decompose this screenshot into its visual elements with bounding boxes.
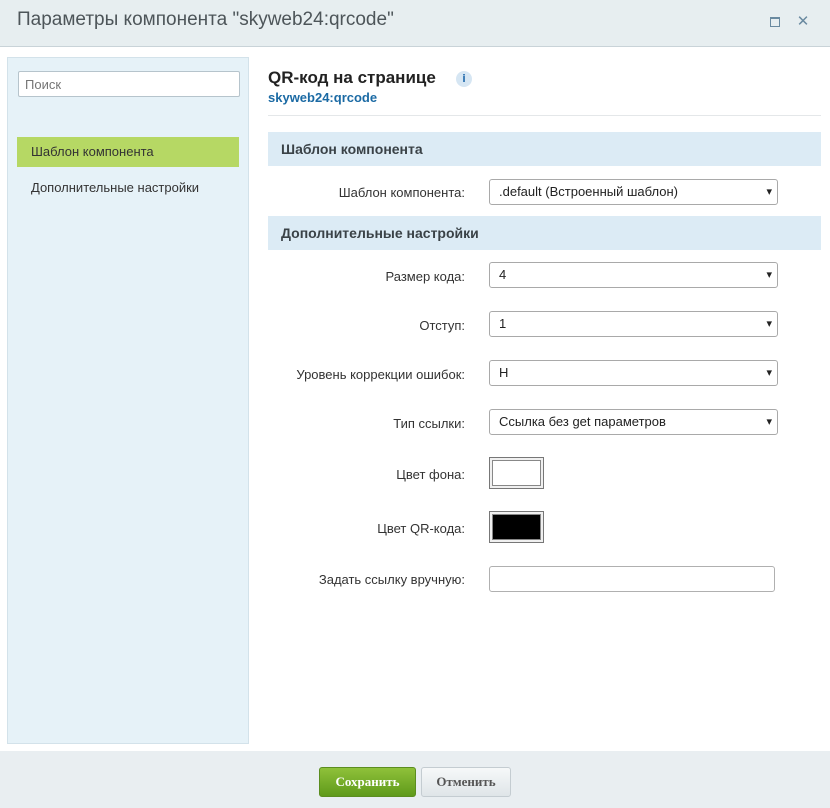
chevron-down-icon: ▾	[766, 185, 772, 198]
dialog-footer: Сохранить Отменить	[0, 752, 830, 808]
window-titlebar: Параметры компонента "skyweb24:qrcode" ✕	[0, 0, 830, 47]
sidebar-item-additional-settings[interactable]: Дополнительные настройки	[17, 173, 239, 203]
sidebar-item-label: Шаблон компонента	[31, 144, 154, 159]
manual-link-label: Задать ссылку вручную:	[318, 572, 465, 587]
margin-select[interactable]: 1 ▾	[489, 311, 778, 337]
maximize-icon[interactable]	[768, 14, 782, 28]
section-header-additional: Дополнительные настройки	[268, 216, 821, 250]
bg-color-swatch	[492, 460, 541, 486]
error-level-value: H	[499, 365, 509, 380]
sidebar-item-label: Дополнительные настройки	[31, 180, 200, 195]
chevron-down-icon: ▾	[766, 268, 772, 281]
link-type-select[interactable]: Ссылка без get параметров ▾	[489, 409, 778, 435]
manual-link-input[interactable]	[489, 566, 775, 592]
template-select[interactable]: .default (Встроенный шаблон) ▾	[489, 179, 778, 205]
component-title: QR-код на странице	[268, 68, 436, 87]
divider	[268, 115, 821, 116]
link-type-value: Ссылка без get параметров	[499, 414, 666, 429]
info-icon[interactable]: i	[456, 71, 472, 87]
dialog-body: Шаблон компонента Дополнительные настрой…	[0, 47, 830, 751]
code-size-label: Размер кода:	[385, 269, 466, 284]
window-title: Параметры компонента "skyweb24:qrcode"	[17, 9, 394, 30]
chevron-down-icon: ▾	[766, 366, 772, 379]
bg-color-label: Цвет фона:	[396, 467, 465, 482]
margin-value: 1	[499, 316, 507, 331]
sidebar: Шаблон компонента Дополнительные настрой…	[7, 57, 249, 744]
cancel-button[interactable]: Отменить	[421, 767, 511, 797]
qr-color-swatch	[492, 514, 541, 540]
template-select-value: .default (Встроенный шаблон)	[499, 184, 678, 199]
chevron-down-icon: ▾	[766, 317, 772, 330]
content-panel: QR-код на странице i skyweb24:qrcode Шаб…	[268, 47, 821, 747]
save-button[interactable]: Сохранить	[319, 767, 416, 797]
search-input[interactable]	[18, 71, 240, 97]
bg-color-picker[interactable]	[489, 457, 544, 489]
component-id: skyweb24:qrcode	[268, 90, 378, 105]
error-level-select[interactable]: H ▾	[489, 360, 778, 386]
link-type-label: Тип ссылки:	[393, 416, 465, 431]
code-size-value: 4	[499, 267, 507, 282]
close-icon[interactable]: ✕	[796, 14, 810, 29]
error-level-label: Уровень коррекции ошибок:	[296, 367, 465, 382]
qr-color-label: Цвет QR-кода:	[377, 521, 465, 536]
section-header-template: Шаблон компонента	[268, 132, 821, 166]
code-size-select[interactable]: 4 ▾	[489, 262, 778, 288]
template-label: Шаблон компонента:	[338, 185, 465, 200]
chevron-down-icon: ▾	[766, 415, 772, 428]
sidebar-item-template[interactable]: Шаблон компонента	[17, 137, 239, 167]
margin-label: Отступ:	[419, 318, 465, 333]
qr-color-picker[interactable]	[489, 511, 544, 543]
